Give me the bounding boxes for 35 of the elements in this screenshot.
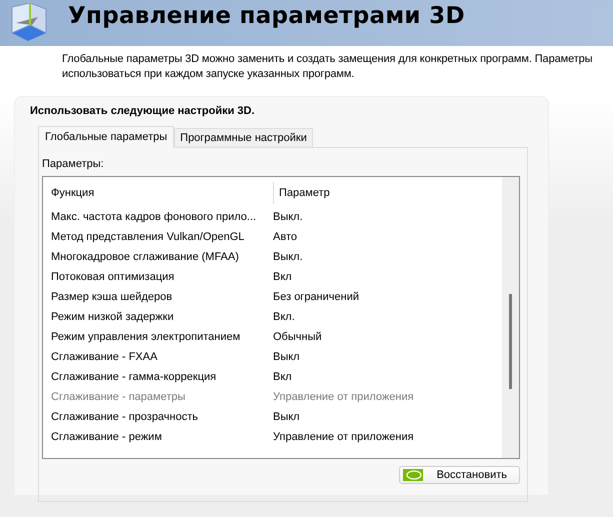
scrollbar[interactable]	[502, 177, 519, 458]
feature-cell[interactable]: Режим управления электропитанием	[51, 331, 273, 343]
setting-cell[interactable]: Выкл.	[273, 251, 303, 263]
feature-cell[interactable]: Метод представления Vulkan/OpenGL	[51, 231, 273, 243]
panel-heading: Использовать следующие настройки 3D.	[30, 105, 256, 117]
setting-cell[interactable]: Вкл	[273, 371, 292, 383]
setting-cell[interactable]: Управление от приложения	[273, 431, 414, 443]
scrollbar-thumb[interactable]	[509, 294, 512, 389]
setting-cell[interactable]: Вкл	[273, 271, 292, 283]
feature-cell[interactable]: Сглаживание - гамма-коррекция	[51, 371, 273, 383]
feature-cell[interactable]: Многокадровое сглаживание (MFAA)	[51, 251, 273, 263]
feature-cell[interactable]: Размер кэша шейдеров	[51, 291, 273, 303]
eye-logo-icon	[402, 469, 423, 481]
column-header[interactable]: Параметр	[273, 182, 330, 204]
list-label: Параметры:	[42, 158, 105, 170]
setting-cell[interactable]: Обычный	[273, 331, 322, 343]
setting-cell[interactable]: Авто	[273, 231, 297, 243]
setting-cell[interactable]: Выкл	[273, 351, 300, 363]
feature-cell[interactable]: Сглаживание - прозрачность	[51, 411, 273, 423]
setting-cell[interactable]: Выкл	[273, 411, 300, 423]
setting-cell[interactable]: Без ограничений	[273, 291, 359, 303]
setting-cell[interactable]: Выкл.	[273, 211, 303, 223]
description-text: использоваться при каждом запуске указанных программ.	[62, 67, 354, 82]
setting-cell[interactable]: Вкл.	[273, 311, 295, 323]
tab[interactable]: Глобальные параметры	[38, 126, 174, 148]
restore-button[interactable]: Восстановить	[398, 466, 520, 484]
feature-cell[interactable]: Макс. частота кадров фонового прило...	[51, 211, 273, 223]
feature-cell[interactable]: Сглаживание - режим	[51, 431, 273, 443]
page-title: Управление параметрами 3D	[68, 3, 465, 29]
tab[interactable]: Программные настройки	[174, 128, 313, 148]
feature-cell[interactable]: Потоковая оптимизация	[51, 271, 273, 283]
feature-cell[interactable]: Сглаживание - FXAA	[51, 351, 273, 363]
description-text: Глобальные параметры 3D можно заменить и создать замещения для конкретных программ. Параметры	[62, 52, 592, 67]
feature-cell[interactable]: Режим низкой задержки	[51, 311, 273, 323]
column-header[interactable]: Функция	[51, 187, 273, 199]
